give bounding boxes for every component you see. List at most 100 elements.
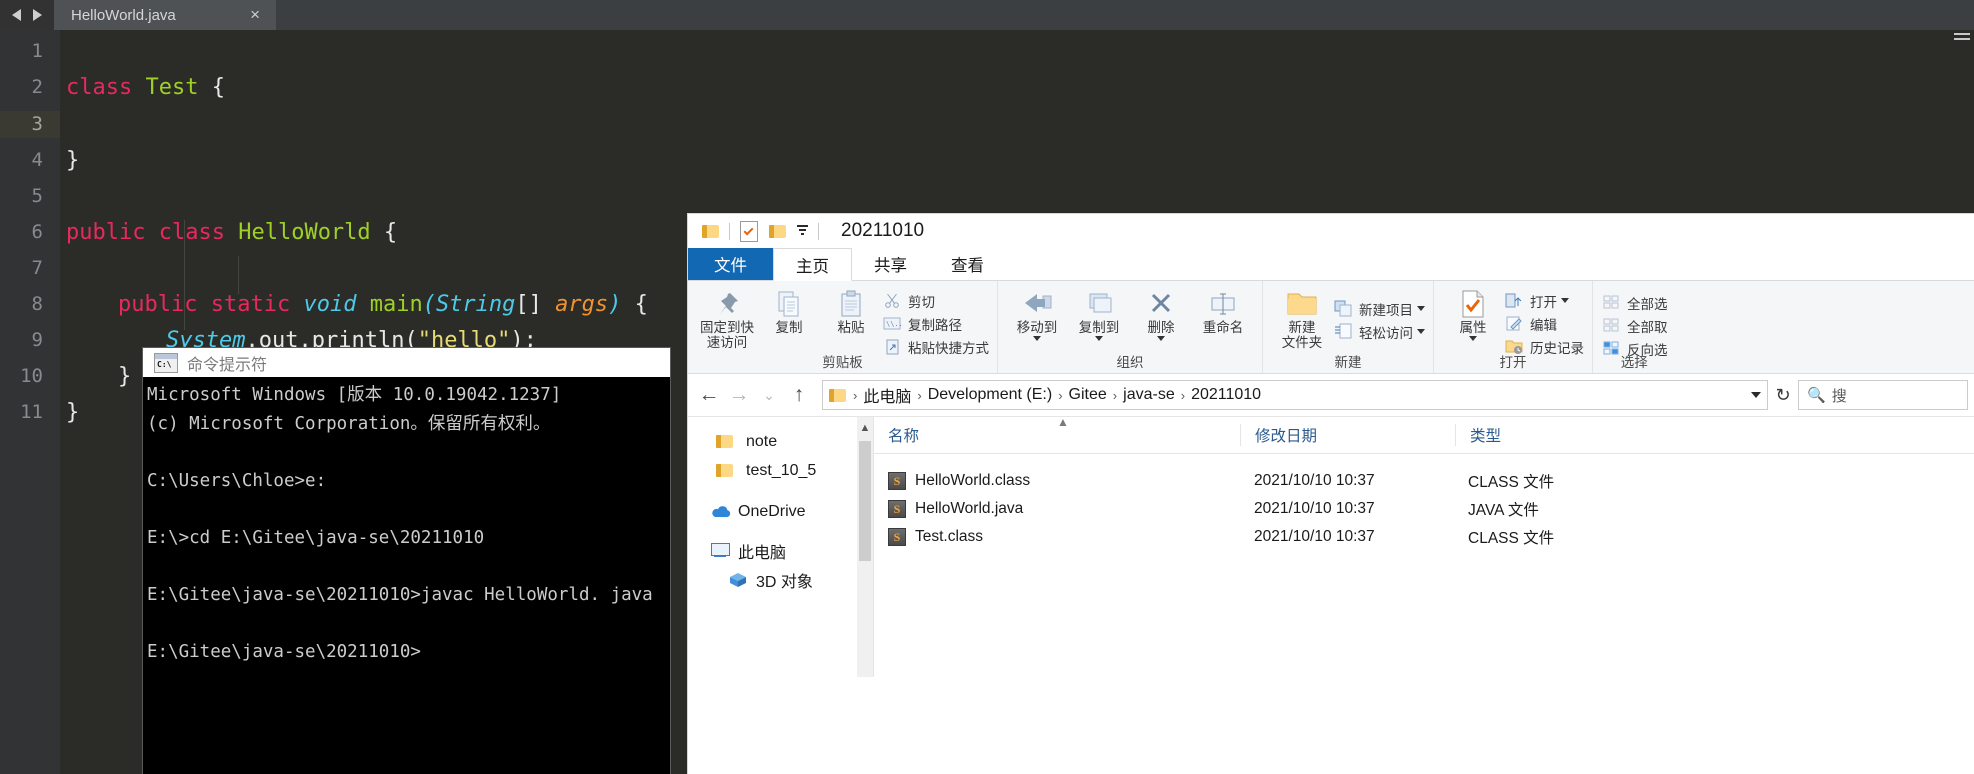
keyword-class: class bbox=[158, 220, 225, 245]
search-icon: 🔍 bbox=[1807, 387, 1826, 404]
chevron-down-icon[interactable] bbox=[1469, 336, 1477, 341]
editor-tab-bar: HelloWorld.java × bbox=[0, 0, 1974, 30]
easy-access-button[interactable]: 轻松访问 bbox=[1333, 320, 1425, 343]
editor-tab-helloworld-java[interactable]: HelloWorld.java × bbox=[54, 0, 276, 30]
column-header-modified[interactable]: 修改日期 bbox=[1240, 424, 1455, 446]
select-none-icon bbox=[1601, 317, 1621, 335]
ribbon-toolbar[interactable]: 固定到快 速访问 复制 粘贴 剪切 \\.. 复制路径 粘贴快捷方式 剪贴板 移… bbox=[688, 281, 1974, 374]
ribbon-group-organize: 移动到 复制到 删除 重命名 组织 bbox=[998, 281, 1263, 373]
nav-item-onedrive[interactable]: OneDrive bbox=[688, 497, 873, 526]
new-folder-button[interactable]: 新建 文件夹 bbox=[1271, 287, 1333, 350]
breadcrumb-development-e[interactable]: Development (E:) bbox=[922, 386, 1059, 404]
nav-item-3d-objects[interactable]: 3D 对象 bbox=[688, 565, 873, 594]
nav-pane-scrollbar[interactable]: ▲ bbox=[857, 417, 873, 677]
navigation-pane[interactable]: note test_10_5 OneDrive 此电脑 3D 对象 ▲ bbox=[688, 417, 873, 677]
table-row[interactable]: HelloWorld.class 2021/10/10 10:37 CLASS … bbox=[874, 468, 1974, 494]
nav-item-label: OneDrive bbox=[738, 502, 806, 520]
customize-quick-access-icon[interactable] bbox=[797, 225, 808, 237]
chevron-down-icon[interactable] bbox=[1417, 329, 1425, 334]
refresh-button[interactable]: ↻ bbox=[1768, 380, 1798, 410]
address-bar[interactable]: ← → ⌄ ↑ › 此电脑 › Development (E:) › Gitee… bbox=[688, 374, 1974, 416]
search-input[interactable]: 🔍 搜 bbox=[1798, 380, 1968, 410]
ribbon-tab-share[interactable]: 共享 bbox=[852, 248, 929, 280]
chevron-down-icon[interactable] bbox=[1157, 336, 1165, 341]
file-list-column-headers[interactable]: 名称 ▲ 修改日期 类型 bbox=[874, 415, 1974, 454]
open-icon bbox=[1504, 292, 1524, 310]
line-number: 8 bbox=[31, 293, 43, 315]
copy-to-icon bbox=[1083, 287, 1115, 320]
nav-item-note[interactable]: note bbox=[688, 427, 873, 456]
var-args: args bbox=[555, 292, 609, 317]
nav-item-this-pc[interactable]: 此电脑 bbox=[688, 536, 873, 565]
file-explorer-window[interactable]: 20211010 文件 主页 共享 查看 固定到快 速访问 复制 粘贴 剪切 \… bbox=[688, 214, 1974, 774]
chevron-down-icon[interactable] bbox=[1561, 298, 1569, 303]
breadcrumb-gitee[interactable]: Gitee bbox=[1063, 386, 1113, 404]
cmd-console-output[interactable]: Microsoft Windows [版本 10.0.19042.1237] (… bbox=[143, 377, 670, 774]
ribbon-tab-strip[interactable]: 文件 主页 共享 查看 bbox=[688, 248, 1974, 281]
ribbon-tab-file[interactable]: 文件 bbox=[688, 248, 773, 280]
chevron-down-icon[interactable] bbox=[1033, 336, 1041, 341]
java-file-icon bbox=[888, 472, 906, 490]
table-row[interactable]: Test.class 2021/10/10 10:37 CLASS 文件 bbox=[874, 524, 1974, 550]
folder-icon[interactable] bbox=[702, 224, 719, 239]
nav-item-test_10_5[interactable]: test_10_5 bbox=[688, 456, 873, 485]
select-all-label: 全部选 bbox=[1627, 296, 1668, 312]
scrollbar-thumb[interactable] bbox=[859, 441, 871, 561]
new-folder-icon[interactable] bbox=[769, 224, 786, 239]
new-small-commands: 新建项目 轻松访问 bbox=[1333, 287, 1425, 343]
table-row[interactable]: HelloWorld.java 2021/10/10 10:37 JAVA 文件 bbox=[874, 496, 1974, 522]
chevron-down-icon[interactable] bbox=[1095, 336, 1103, 341]
copy-to-button[interactable]: 复制到 bbox=[1068, 287, 1130, 341]
breadcrumb-20211010[interactable]: 20211010 bbox=[1185, 386, 1267, 404]
editor-nav-arrows[interactable] bbox=[0, 0, 54, 30]
ribbon-tab-home[interactable]: 主页 bbox=[773, 248, 852, 281]
column-header-type[interactable]: 类型 bbox=[1455, 424, 1640, 446]
file-name: HelloWorld.java bbox=[915, 500, 1024, 517]
this-pc-icon bbox=[710, 543, 732, 558]
copy-button[interactable]: 复制 bbox=[758, 287, 820, 335]
quick-access-toolbar[interactable]: 20211010 bbox=[688, 214, 1974, 248]
back-arrow-icon[interactable] bbox=[12, 9, 21, 21]
delete-button[interactable]: 删除 bbox=[1130, 287, 1192, 341]
scroll-up-icon[interactable]: ▲ bbox=[857, 417, 873, 439]
move-to-button[interactable]: 移动到 bbox=[1006, 287, 1068, 341]
chevron-down-icon[interactable] bbox=[1417, 306, 1425, 311]
forward-button[interactable]: → bbox=[724, 380, 754, 410]
forward-arrow-icon[interactable] bbox=[33, 9, 42, 21]
window-title: 20211010 bbox=[841, 220, 925, 241]
command-prompt-window[interactable]: C:\ 命令提示符 Microsoft Windows [版本 10.0.190… bbox=[143, 348, 670, 774]
method-main: main bbox=[369, 292, 423, 317]
file-list-pane[interactable]: 名称 ▲ 修改日期 类型 HelloWorld.class 2021/10/10… bbox=[873, 415, 1974, 677]
select-all-button[interactable]: 全部选 bbox=[1601, 291, 1668, 314]
close-icon[interactable]: × bbox=[250, 4, 260, 26]
editor-line-number-gutter: 1 2 3 4 5 6 7 8 9 10 11 bbox=[0, 30, 60, 774]
copy-path-button[interactable]: \\.. 复制路径 bbox=[882, 312, 989, 335]
back-button[interactable]: ← bbox=[694, 380, 724, 410]
rename-button[interactable]: 重命名 bbox=[1192, 287, 1254, 335]
select-none-button[interactable]: 全部取 bbox=[1601, 314, 1668, 337]
delete-icon bbox=[1146, 287, 1176, 320]
properties-check-icon[interactable] bbox=[740, 220, 758, 242]
java-file-icon bbox=[888, 500, 906, 518]
chevron-down-icon[interactable] bbox=[1751, 392, 1761, 398]
file-type: CLASS 文件 bbox=[1468, 474, 1555, 491]
cut-button[interactable]: 剪切 bbox=[882, 289, 989, 312]
ribbon-tab-view[interactable]: 查看 bbox=[929, 248, 1006, 280]
cmd-title-bar[interactable]: C:\ 命令提示符 bbox=[143, 348, 670, 377]
brace: { bbox=[634, 292, 648, 317]
up-button[interactable]: ↑ bbox=[784, 380, 814, 410]
column-header-name[interactable]: 名称 ▲ bbox=[874, 415, 1240, 446]
recent-locations-button[interactable]: ⌄ bbox=[754, 380, 784, 410]
open-small-commands: 打开 编辑 历史记录 bbox=[1504, 287, 1584, 358]
breadcrumb-this-pc[interactable]: 此电脑 bbox=[857, 383, 917, 407]
pin-to-quick-access-button[interactable]: 固定到快 速访问 bbox=[696, 287, 758, 350]
properties-icon bbox=[1460, 287, 1486, 320]
edit-button[interactable]: 编辑 bbox=[1504, 312, 1584, 335]
breadcrumb-java-se[interactable]: java-se bbox=[1117, 386, 1181, 404]
new-item-button[interactable]: 新建项目 bbox=[1333, 297, 1425, 320]
breadcrumb[interactable]: › 此电脑 › Development (E:) › Gitee › java-… bbox=[822, 380, 1768, 410]
svg-text:\\..: \\.. bbox=[886, 320, 902, 328]
open-button[interactable]: 打开 bbox=[1504, 289, 1584, 312]
paste-button[interactable]: 粘贴 bbox=[820, 287, 882, 335]
properties-button[interactable]: 属性 bbox=[1442, 287, 1504, 341]
